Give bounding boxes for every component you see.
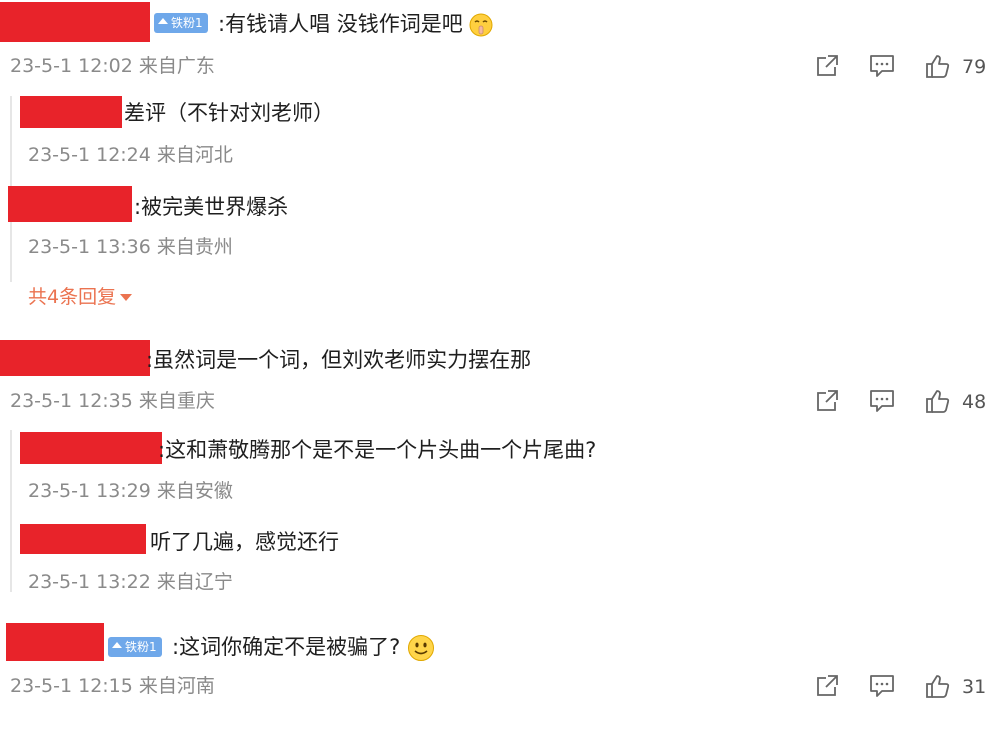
reply-meta: 23-5-1 12:24 来自河北 (28, 144, 233, 166)
share-icon[interactable] (813, 52, 841, 80)
fan-badge: 铁粉1 (108, 637, 162, 657)
badge-diamond-icon (112, 642, 122, 648)
comment-icon[interactable] (868, 387, 896, 415)
reply-text: :这和萧敬腾那个是不是一个片头曲一个片尾曲? (158, 438, 597, 462)
redacted-username (8, 186, 132, 222)
reply-meta: 23-5-1 13:22 来自辽宁 (28, 571, 233, 593)
badge-label: 铁粉1 (171, 16, 203, 30)
comment-text: :虽然词是一个词，但刘欢老师实力摆在那 (146, 348, 532, 372)
like-count: 79 (962, 56, 987, 78)
reply-text: 差评（不针对刘老师） (124, 101, 334, 125)
comment-meta: 23-5-1 12:02 来自广东 (10, 55, 215, 77)
reply-text: :被完美世界爆杀 (134, 195, 289, 219)
thumbs-up-icon[interactable] (924, 672, 952, 700)
comment-icon[interactable] (868, 52, 896, 80)
like-count: 48 (962, 391, 987, 413)
share-icon[interactable] (813, 672, 841, 700)
shush-emoji-icon (469, 13, 493, 37)
redacted-username (0, 340, 150, 376)
more-replies-link[interactable]: 共4条回复 (28, 284, 133, 310)
smile-emoji-icon (407, 635, 434, 661)
redacted-username (0, 2, 150, 42)
caret-down-icon (120, 293, 133, 301)
reply-text: 听了几遍，感觉还行 (150, 530, 339, 554)
reply-thread-line (10, 430, 12, 592)
reply-meta: 23-5-1 13:29 来自安徽 (28, 480, 233, 502)
redacted-username (20, 96, 122, 128)
reply-meta: 23-5-1 13:36 来自贵州 (28, 236, 233, 258)
fan-badge: 铁粉1 (154, 13, 208, 33)
thumbs-up-icon[interactable] (924, 52, 952, 80)
redacted-username (20, 524, 146, 554)
redacted-username (6, 623, 104, 661)
redacted-username (20, 432, 162, 464)
like-count: 31 (962, 676, 987, 698)
badge-label: 铁粉1 (125, 640, 157, 654)
badge-diamond-icon (158, 18, 168, 24)
comment-meta: 23-5-1 12:15 来自河南 (10, 675, 215, 697)
comment-text: :这词你确定不是被骗了? (172, 633, 435, 662)
comment-icon[interactable] (868, 672, 896, 700)
comment-meta: 23-5-1 12:35 来自重庆 (10, 390, 215, 412)
comment-text: :有钱请人唱 没钱作词是吧 (218, 10, 493, 38)
thumbs-up-icon[interactable] (924, 387, 952, 415)
share-icon[interactable] (813, 387, 841, 415)
